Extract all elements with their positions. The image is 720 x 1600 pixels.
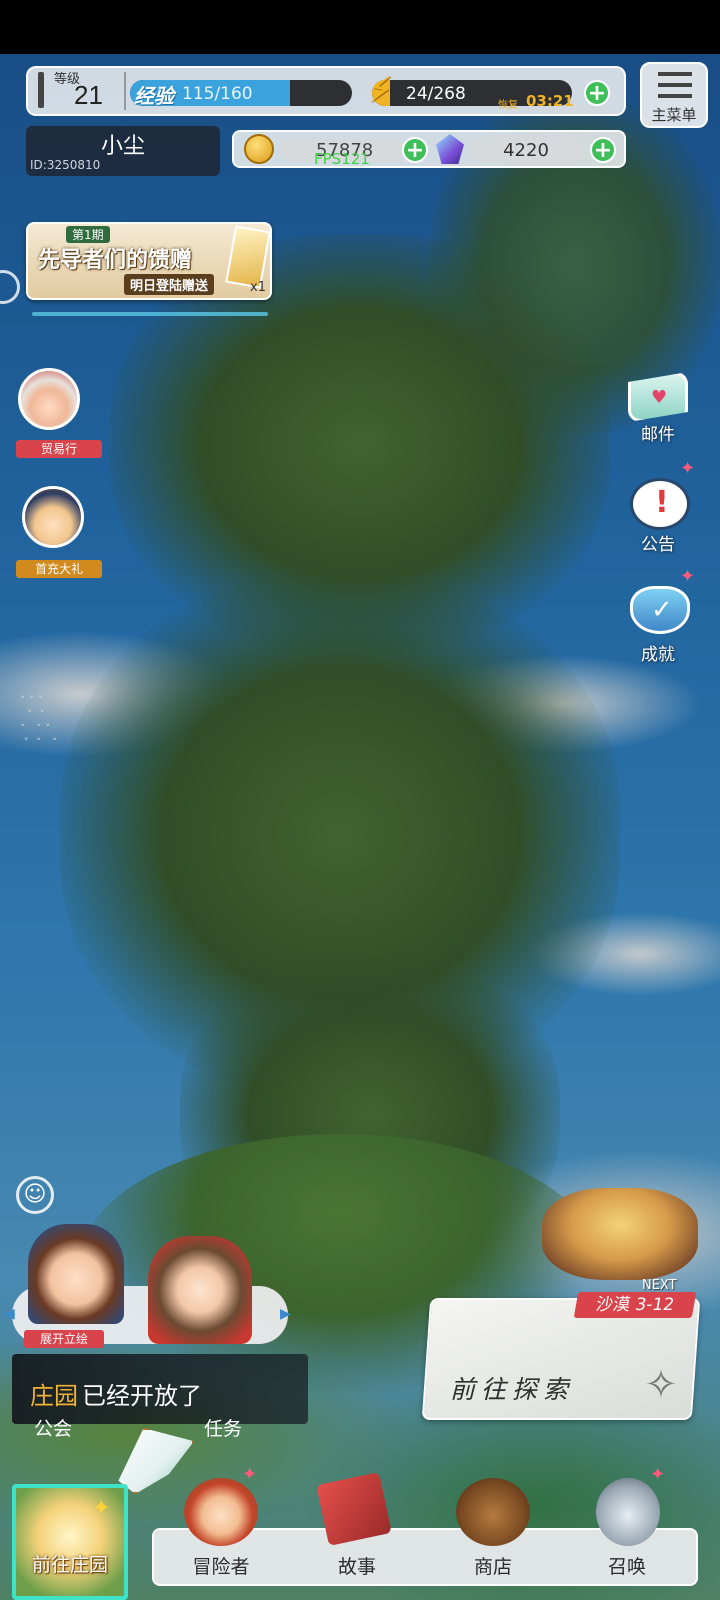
story-nav-label[interactable]: 故事 (302, 1552, 412, 1579)
banner-count: x1 (250, 280, 266, 295)
first-recharge-avatar[interactable] (22, 486, 84, 548)
emoji-chat-icon[interactable]: ☺ (16, 1176, 54, 1214)
story-book-icon[interactable] (316, 1472, 392, 1546)
manor-sparkle-icon: ✦ (92, 1496, 111, 1521)
notice-badge-icon: ✦ (680, 458, 696, 479)
shop-nav-label[interactable]: 商店 (438, 1552, 548, 1579)
compass-icon: ✧ (644, 1362, 678, 1408)
event-banner[interactable]: 第1期 先导者们的馈赠 明日登陆赠送 x1 (26, 222, 272, 300)
task-label[interactable]: 任务 (204, 1414, 242, 1441)
banner-subtitle: 明日登陆赠送 (124, 274, 215, 295)
achievement-icon[interactable]: ✓ (630, 586, 690, 634)
expand-portrait-label[interactable]: 展开立绘 (24, 1330, 104, 1348)
player-name: 小尘 (100, 134, 145, 159)
energy-timer-label: 恢复 (498, 100, 518, 111)
exp-value: 115/160 (182, 84, 253, 104)
gem-value: 4220 (503, 140, 549, 161)
manor-nav-button[interactable] (12, 1484, 128, 1600)
notice-label: 公告 (641, 535, 675, 555)
next-label: NEXT (642, 1278, 677, 1293)
shop-bag-icon[interactable] (456, 1478, 530, 1546)
hero-portrait-1[interactable] (28, 1224, 124, 1324)
explore-button[interactable]: 前往探索 (450, 1370, 574, 1406)
adventurer-nav-icon[interactable] (184, 1478, 258, 1546)
energy-add-button[interactable]: + (584, 80, 610, 106)
status-bar-area (0, 0, 720, 54)
main-menu-label: 主菜单 (651, 106, 697, 124)
energy-bolt-icon: ⚡ (368, 70, 394, 111)
summon-nav-label[interactable]: 召唤 (572, 1552, 682, 1579)
hud-divider (124, 72, 126, 110)
achievement-badge-icon: ✦ (680, 566, 696, 587)
player-id: ID:3250810 (30, 158, 101, 172)
trade-npc-avatar[interactable] (18, 368, 80, 430)
level-value: 21 (74, 80, 103, 110)
adventurer-nav-label[interactable]: 冒险者 (166, 1552, 276, 1579)
mail-label: 邮件 (641, 425, 675, 445)
adventurer-badge-icon: ✦ (242, 1464, 258, 1485)
hamburger-icon (658, 72, 692, 98)
first-recharge-label: 首充大礼 (16, 560, 102, 578)
stage-label: 沙漠 3-12 (573, 1292, 697, 1318)
banner-title: 先导者们的馈赠 (38, 248, 193, 273)
energy-value: 24/268 (406, 84, 466, 104)
exp-label: 经验 (134, 84, 174, 108)
notice-icon[interactable]: ! (630, 478, 690, 530)
summon-badge-icon: ✦ (650, 1464, 666, 1485)
banner-progress-line (32, 312, 268, 316)
main-menu-button[interactable]: 主菜单 (640, 62, 708, 128)
player-name-panel[interactable]: 小尘 ID:3250810 (26, 126, 220, 176)
gold-coin-icon (244, 134, 274, 164)
desert-stage-icon[interactable] (542, 1188, 698, 1280)
hero-portrait-2[interactable] (148, 1236, 252, 1344)
gold-add-button[interactable]: + (402, 137, 428, 163)
summon-hand-icon[interactable] (596, 1478, 660, 1546)
manor-nav-label: 前往庄园 (31, 1554, 108, 1576)
banner-tag: 第1期 (66, 226, 110, 243)
level-marker (38, 72, 44, 108)
toast-highlight: 庄园 (30, 1382, 78, 1410)
energy-timer: 03:21 (526, 92, 574, 110)
trade-label: 贸易行 (16, 440, 102, 458)
toast-text: 已经开放了 (82, 1382, 202, 1410)
gem-add-button[interactable]: + (590, 137, 616, 163)
team-scroll-right-icon[interactable]: ▶ (280, 1306, 291, 1322)
fps-counter: FPS121 (314, 150, 370, 168)
achievement-label: 成就 (641, 645, 675, 665)
team-scroll-left-icon[interactable]: ◀ (4, 1306, 15, 1322)
guild-label[interactable]: 公会 (34, 1414, 72, 1441)
